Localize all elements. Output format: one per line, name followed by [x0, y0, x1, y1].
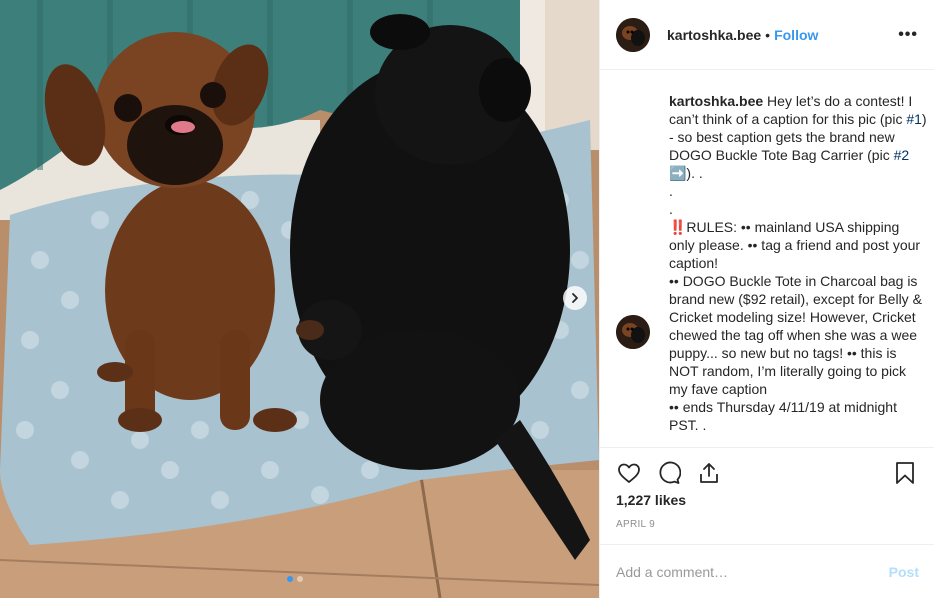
save-button[interactable] — [892, 460, 918, 486]
action-bar — [616, 458, 918, 488]
more-options-button[interactable]: ••• — [898, 26, 918, 44]
caption-text: kartoshka.bee Hey let’s do a contest! I … — [669, 92, 927, 434]
bookmark-icon — [896, 462, 914, 484]
post-date[interactable]: APRIL 9 — [616, 519, 655, 530]
photo-image — [0, 0, 599, 598]
caption-section: kartoshka.bee Hey let’s do a contest! I … — [600, 86, 934, 446]
divider — [600, 447, 934, 448]
carousel-indicator — [287, 576, 303, 582]
post-header: kartoshka.bee • Follow ••• — [600, 0, 934, 70]
more-icon: ••• — [898, 25, 918, 43]
username-link[interactable]: kartoshka.bee — [667, 27, 761, 43]
heart-icon — [618, 463, 640, 483]
caption-part: ➡️). . . . ‼️RULES: •• mainland USA ship… — [669, 165, 922, 433]
caption-username-link[interactable]: kartoshka.bee — [669, 93, 763, 109]
comment-icon — [659, 461, 681, 484]
next-photo-button[interactable] — [563, 286, 587, 310]
caption-avatar[interactable] — [616, 315, 650, 349]
comment-button[interactable] — [656, 460, 682, 486]
carousel-dot — [287, 576, 293, 582]
carousel-dot — [297, 576, 303, 582]
post-photo[interactable] — [0, 0, 599, 598]
comment-input[interactable] — [616, 563, 889, 580]
avatar[interactable] — [616, 17, 650, 52]
share-icon — [700, 463, 718, 483]
post-side-panel: kartoshka.bee • Follow ••• kartoshka.bee… — [599, 0, 934, 598]
comment-form: Post — [600, 544, 934, 598]
like-button[interactable] — [616, 460, 642, 486]
chevron-right-icon — [572, 293, 578, 303]
separator-dot: • — [765, 26, 771, 43]
post-comment-button[interactable]: Post — [889, 564, 919, 580]
hashtag-link[interactable]: #2 — [894, 147, 910, 163]
share-button[interactable] — [696, 460, 722, 486]
avatar-image — [616, 315, 650, 349]
likes-count[interactable]: 1,227 likes — [616, 492, 686, 508]
avatar-image — [616, 17, 650, 52]
follow-button[interactable]: Follow — [774, 27, 818, 43]
hashtag-link[interactable]: #1 — [906, 111, 922, 127]
